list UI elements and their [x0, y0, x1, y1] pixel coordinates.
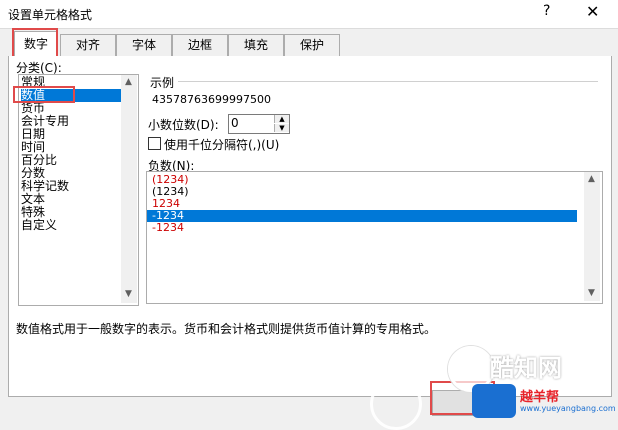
thousands-checkbox[interactable]: [148, 137, 161, 150]
tab-highlight-box: [12, 28, 58, 58]
watermark-circle-icon: [370, 378, 422, 430]
scroll-down-arrow-icon[interactable]: ▼: [125, 289, 132, 299]
selection-highlight-box: [13, 86, 75, 103]
title-bar: [0, 0, 618, 29]
wifi-logo-icon: [472, 384, 516, 418]
spin-down-icon[interactable]: ▼: [274, 124, 289, 132]
dialog-title: 设置单元格格式: [8, 8, 93, 22]
help-button[interactable]: ?: [543, 3, 550, 19]
watermark-brand: 酷知网: [490, 354, 562, 382]
sample-value: 43578763699997500: [152, 93, 271, 106]
watermark-url: www.yueyangbang.com: [520, 404, 616, 413]
negative-scrollbar[interactable]: ▲ ▼: [584, 172, 600, 301]
close-button[interactable]: ✕: [586, 2, 599, 21]
category-listbox[interactable]: 常规 数值 货币 会计专用 日期 时间 百分比 分数 科学记数 文本 特殊 自定…: [18, 74, 139, 306]
decimals-stepper[interactable]: 0 ▲ ▼: [228, 114, 290, 134]
tab-fill[interactable]: 填充: [228, 34, 284, 56]
category-scrollbar[interactable]: ▲ ▼: [121, 75, 137, 303]
scroll-down-arrow-icon[interactable]: ▼: [588, 288, 595, 298]
negative-item[interactable]: -1234: [152, 222, 184, 234]
scroll-up-arrow-icon[interactable]: ▲: [588, 174, 595, 184]
sample-group-line: [178, 81, 598, 82]
sample-label: 示例: [150, 76, 175, 90]
decimals-value[interactable]: 0: [231, 116, 239, 130]
watermark-site: 越羊帮: [520, 390, 560, 405]
negative-item-selected[interactable]: -1234: [147, 210, 577, 222]
thousands-label: 使用千位分隔符(,)(U): [164, 138, 280, 152]
format-description: 数值格式用于一般数字的表示。货币和会计格式则提供货币值计算的专用格式。: [16, 322, 437, 336]
tab-border[interactable]: 边框: [172, 34, 228, 56]
tab-alignment[interactable]: 对齐: [60, 34, 116, 56]
tab-font[interactable]: 字体: [116, 34, 172, 56]
decimals-label: 小数位数(D):: [148, 118, 219, 132]
negative-listbox[interactable]: (1234) (1234) 1234 -1234 -1234 ▲ ▼: [146, 171, 603, 304]
scroll-up-arrow-icon[interactable]: ▲: [125, 77, 132, 87]
spin-up-icon[interactable]: ▲: [274, 115, 289, 123]
tab-protection[interactable]: 保护: [284, 34, 340, 56]
category-item[interactable]: 自定义: [21, 219, 57, 232]
